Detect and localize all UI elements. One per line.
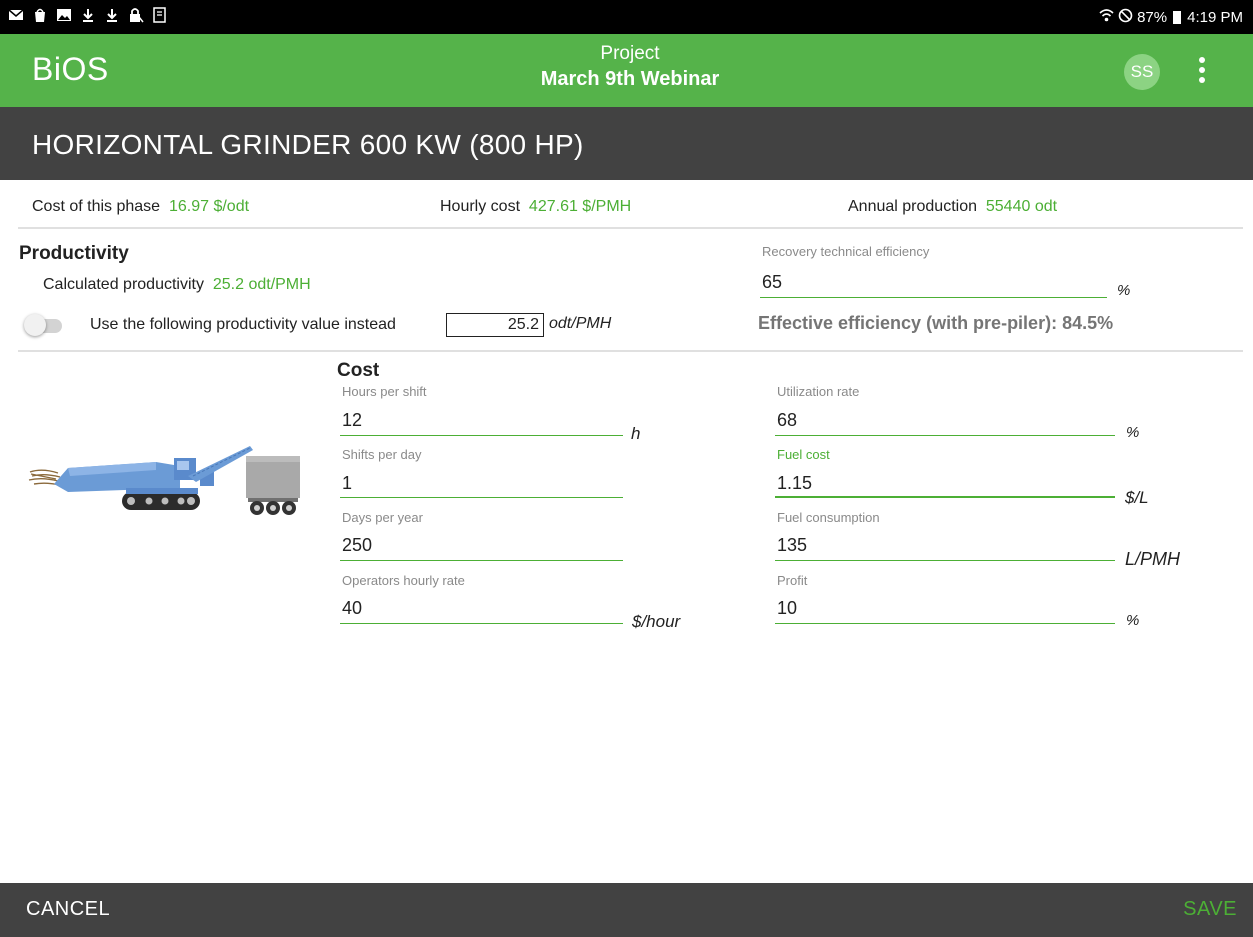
profit-unit: % [1126, 612, 1140, 629]
more-vert-icon[interactable] [1191, 54, 1213, 90]
shifts-per-day-label: Shifts per day [342, 447, 422, 462]
notification-icons [8, 7, 168, 23]
recovery-efficiency-label: Recovery technical efficiency [762, 244, 930, 259]
phase-cost-value: 16.97 $/odt [168, 198, 250, 215]
user-avatar[interactable]: SS [1124, 54, 1160, 90]
fuel-cost-input[interactable]: 1.15 [777, 473, 812, 494]
operators-rate-label: Operators hourly rate [342, 573, 465, 588]
hourly-cost-summary: Hourly cost 427.61 $/PMH [440, 198, 631, 216]
fuel-cost-label: Fuel cost [777, 447, 830, 462]
productivity-override-input[interactable]: 25.2 [446, 313, 544, 337]
recovery-efficiency-unit: % [1117, 282, 1131, 299]
clock: 4:19 PM [1187, 9, 1243, 26]
hours-per-shift-label: Hours per shift [342, 384, 427, 399]
calculated-productivity-value: 25.2 odt/PMH [212, 276, 311, 293]
override-unit: odt/PMH [549, 315, 612, 332]
days-per-year-input[interactable]: 250 [342, 535, 372, 556]
operators-rate-underline [340, 623, 623, 624]
annual-production-label: Annual production [848, 198, 977, 215]
divider [18, 350, 1243, 352]
fuel-consumption-underline [775, 560, 1115, 561]
battery-icon [1173, 11, 1182, 24]
utilization-rate-underline [775, 435, 1115, 436]
fuel-consumption-label: Fuel consumption [777, 510, 880, 525]
override-label: Use the following productivity value ins… [90, 316, 396, 333]
grinder-illustration [28, 446, 303, 526]
cost-heading: Cost [337, 360, 380, 381]
shifts-per-day-underline [340, 497, 623, 498]
fuel-consumption-unit: L/PMH [1125, 549, 1181, 569]
machine-title-band: HORIZONTAL GRINDER 600 KW (800 HP) [0, 107, 1253, 180]
hours-per-shift-unit: h [631, 424, 641, 443]
operators-rate-input[interactable]: 40 [342, 598, 362, 619]
annual-production-summary: Annual production 55440 odt [848, 198, 1057, 216]
utilization-rate-label: Utilization rate [777, 384, 860, 399]
annual-production-value: 55440 odt [985, 198, 1058, 215]
mail-icon [8, 7, 24, 23]
days-per-year-label: Days per year [342, 510, 423, 525]
productivity-heading: Productivity [19, 243, 129, 264]
hours-per-shift-input[interactable]: 12 [342, 410, 362, 431]
hourly-cost-label: Hourly cost [440, 198, 521, 215]
cancel-button[interactable]: CANCEL [26, 898, 110, 921]
profit-input[interactable]: 10 [777, 598, 797, 619]
profit-label: Profit [777, 573, 808, 588]
wifi-icon [1099, 9, 1114, 26]
save-button[interactable]: SAVE [1183, 898, 1237, 921]
hours-per-shift-underline [340, 435, 623, 436]
days-per-year-underline [340, 560, 623, 561]
download-icon [80, 7, 96, 23]
app-bar: BiOS Project March 9th Webinar SS [0, 34, 1253, 107]
project-header: Project March 9th Webinar [0, 43, 1253, 91]
system-status: 87% 4:19 PM [1099, 8, 1243, 27]
machine-title: HORIZONTAL GRINDER 600 KW (800 HP) [32, 129, 584, 160]
lock-icon [128, 7, 144, 23]
divider [18, 227, 1243, 229]
shifts-per-day-input[interactable]: 1 [342, 473, 352, 494]
status-bar: 87% 4:19 PM [0, 0, 1253, 34]
download-icon [104, 7, 120, 23]
recovery-efficiency-underline [760, 297, 1107, 298]
fuel-consumption-input[interactable]: 135 [777, 535, 807, 556]
hourly-cost-value: 427.61 $/PMH [528, 198, 632, 215]
operators-rate-unit: $/hour [632, 612, 681, 631]
utilization-rate-input[interactable]: 68 [777, 410, 797, 431]
bag-icon [32, 7, 48, 23]
bottom-action-bar: CANCEL SAVE [0, 883, 1253, 937]
calculated-productivity-label: Calculated productivity [43, 276, 204, 293]
project-label: Project [600, 43, 660, 64]
project-name: March 9th Webinar [540, 68, 720, 90]
fuel-cost-underline [775, 496, 1115, 498]
recovery-efficiency-input[interactable]: 65 [762, 272, 782, 293]
utilization-rate-unit: % [1126, 424, 1140, 441]
calculated-productivity: Calculated productivity 25.2 odt/PMH [43, 276, 311, 294]
battery-percent: 87% [1137, 9, 1168, 26]
image-icon [56, 7, 72, 23]
file-icon [152, 7, 168, 23]
phase-cost-summary: Cost of this phase 16.97 $/odt [32, 198, 249, 216]
fuel-cost-unit: $/L [1125, 488, 1149, 507]
phase-cost-label: Cost of this phase [32, 198, 161, 215]
effective-efficiency: Effective efficiency (with pre-piler): 8… [758, 313, 1114, 333]
profit-underline [775, 623, 1115, 624]
do-not-disturb-icon [1118, 8, 1133, 27]
productivity-override-toggle[interactable] [24, 314, 62, 336]
